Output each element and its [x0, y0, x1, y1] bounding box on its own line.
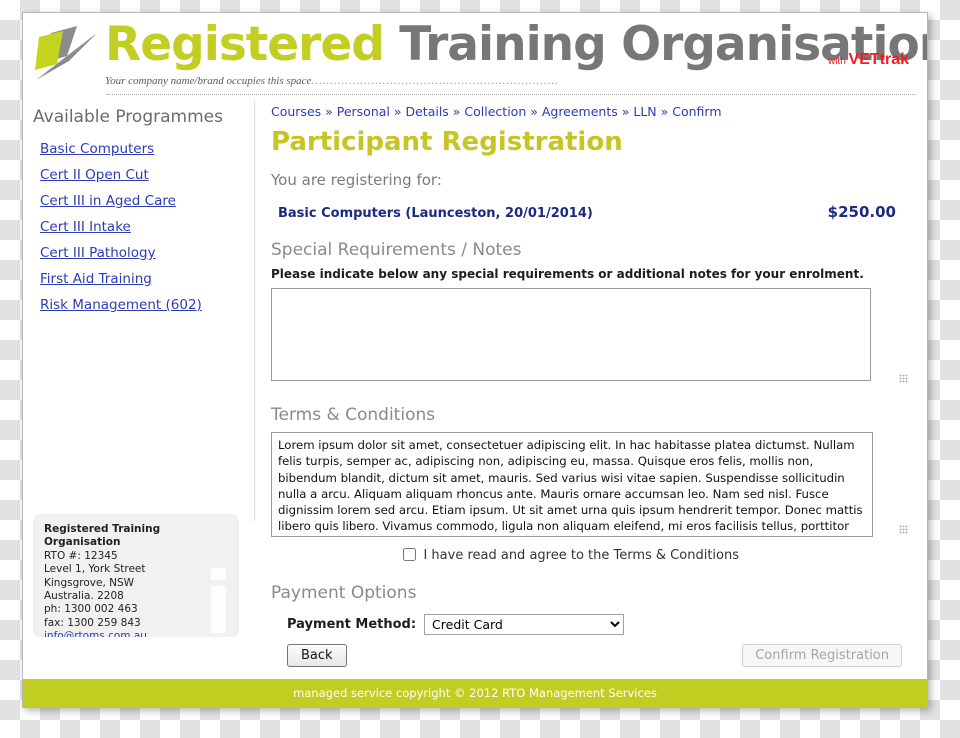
payment-method-row: Payment Method: Credit Card: [271, 614, 911, 635]
brand-tagline-dots: ........................................…: [311, 75, 559, 87]
breadcrumb[interactable]: Courses » Personal » Details » Collectio…: [271, 104, 911, 119]
sidebar-item-first-aid-training[interactable]: First Aid Training: [40, 271, 250, 287]
site-header: Registered Training Organisation Your co…: [23, 13, 927, 95]
brand-title: Registered Training Organisation: [105, 17, 927, 72]
sidebar-item-cert-ii-open-cut[interactable]: Cert II Open Cut: [40, 167, 250, 183]
terms-conditions-text[interactable]: Lorem ipsum dolor sit amet, consectetuer…: [271, 432, 873, 537]
special-requirements-heading: Special Requirements / Notes: [271, 240, 522, 260]
payment-options-heading: Payment Options: [271, 583, 417, 603]
terms-resize-grip-icon[interactable]: [899, 525, 908, 534]
back-button[interactable]: Back: [287, 644, 347, 667]
sidebar-item-risk-management[interactable]: Risk Management (602): [40, 297, 250, 313]
contact-address-line2: Kingsgrove, NSW: [44, 576, 135, 589]
course-summary-row: Basic Computers (Launceston, 20/01/2014)…: [271, 203, 911, 221]
sidebar-title: Available Programmes: [33, 107, 223, 127]
brand-tagline-text: Your company name/brand occupies this sp…: [105, 75, 312, 87]
sidebar-item-basic-computers[interactable]: Basic Computers: [40, 141, 250, 157]
swoosh-logo-icon: [33, 23, 101, 85]
registering-for-label: You are registering for:: [271, 171, 442, 189]
brand-title-primary: Registered: [105, 17, 385, 72]
confirm-registration-button[interactable]: Confirm Registration: [742, 644, 902, 667]
contact-fax: fax: 1300 259 843: [44, 616, 141, 629]
contact-card: i Registered Training Organisation RTO #…: [33, 514, 239, 637]
sidebar-item-cert-iii-pathology[interactable]: Cert III Pathology: [40, 245, 250, 261]
vettrak-name: VETtrak: [848, 51, 909, 68]
terms-conditions-heading: Terms & Conditions: [271, 405, 436, 425]
form-actions-row: Back Confirm Registration: [271, 644, 911, 667]
brand-tagline: Your company name/brand occupies this sp…: [105, 75, 559, 87]
sidebar-divider: [254, 101, 255, 521]
sidebar: Available Programmes Basic Computers Cer…: [23, 95, 255, 673]
sidebar-programme-list: Basic Computers Cert II Open Cut Cert II…: [40, 141, 250, 323]
special-requirements-textarea[interactable]: [271, 288, 871, 381]
main-panel: Courses » Personal » Details » Collectio…: [271, 95, 911, 667]
special-requirements-helper: Please indicate below any special requir…: [271, 267, 864, 281]
footer-copyright: managed service copyright © 2012 RTO Man…: [293, 686, 657, 700]
sidebar-item-cert-iii-aged-care[interactable]: Cert III in Aged Care: [40, 193, 250, 209]
contact-phone: ph: 1300 002 463: [44, 603, 138, 616]
footer-bar: managed service copyright © 2012 RTO Man…: [23, 679, 927, 707]
contact-rto-number: RTO #: 12345: [44, 549, 118, 562]
payment-method-label: Payment Method:: [287, 617, 417, 632]
notes-field-wrapper: [271, 288, 911, 386]
vettrak-with-label: with: [827, 56, 849, 67]
vettrak-badge: with VETtrak: [828, 51, 909, 69]
sidebar-item-cert-iii-intake[interactable]: Cert III Intake: [40, 219, 250, 235]
course-name: Basic Computers (Launceston, 20/01/2014): [278, 206, 593, 221]
payment-method-select[interactable]: Credit Card: [424, 614, 625, 635]
course-price: $250.00: [827, 203, 896, 221]
agree-terms-label: I have read and agree to the Terms & Con…: [423, 548, 739, 563]
terms-field-wrapper: Lorem ipsum dolor sit amet, consectetuer…: [271, 432, 911, 537]
contact-address-line3: Australia. 2208: [44, 590, 124, 603]
contact-address-line1: Level 1, York Street: [44, 563, 146, 576]
page-container: Registered Training Organisation Your co…: [22, 12, 928, 708]
content-area: Available Programmes Basic Computers Cer…: [23, 95, 927, 673]
page-title: Participant Registration: [271, 127, 623, 157]
contact-details: Registered Training Organisation RTO #: …: [33, 514, 239, 637]
contact-email-link[interactable]: info@rtoms.com.au: [44, 630, 239, 637]
agree-terms-row: I have read and agree to the Terms & Con…: [271, 546, 911, 564]
agree-terms-checkbox[interactable]: [403, 548, 416, 561]
textarea-resize-grip-icon[interactable]: [899, 374, 908, 383]
contact-org-name: Registered Training Organisation: [44, 523, 161, 549]
